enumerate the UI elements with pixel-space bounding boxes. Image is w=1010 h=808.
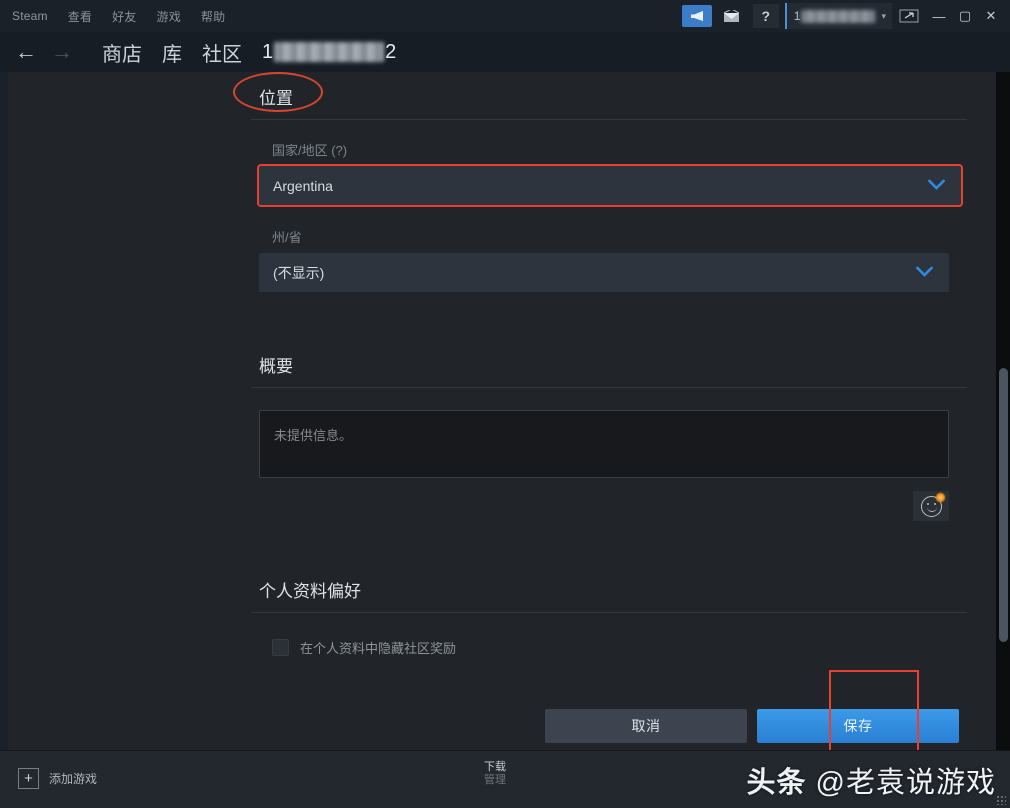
section-heading-summary: 概要 — [251, 338, 967, 388]
messages-button[interactable] — [718, 4, 746, 28]
question-mark-icon: ? — [753, 4, 779, 28]
megaphone-icon — [682, 5, 712, 27]
preferences-field-group: 在个人资料中隐藏社区奖励 — [251, 638, 967, 657]
vertical-scrollbar-track[interactable] — [996, 72, 1010, 750]
menu-games[interactable]: 游戏 — [155, 6, 183, 27]
vertical-scrollbar-thumb[interactable] — [999, 368, 1008, 642]
menu-steam[interactable]: Steam — [10, 7, 50, 25]
downloads-status[interactable]: 下载 管理 — [484, 761, 506, 786]
redacted-username — [801, 10, 875, 23]
user-menu[interactable]: 1 ▾ — [785, 3, 892, 29]
expand-icon — [899, 9, 919, 23]
hide-community-awards-row[interactable]: 在个人资料中隐藏社区奖励 — [272, 638, 959, 657]
bottom-status-bar: + 添加游戏 下载 管理 头条 @老袁说游戏 — [0, 750, 1010, 808]
state-select-value: (不显示) — [273, 263, 324, 283]
sparkle-icon — [935, 492, 946, 503]
navigation-bar: ← → 商店 库 社区 12 — [0, 32, 1010, 72]
menu-friends[interactable]: 好友 — [110, 6, 138, 27]
form-actions: 取消 保存 — [251, 709, 967, 743]
add-game-label: 添加游戏 — [49, 770, 97, 787]
profile-edit-content: 位置 国家/地区 (?) Argentina 州/省 (不显示) — [8, 72, 1002, 750]
fullscreen-button[interactable] — [895, 4, 923, 28]
user-name-label: 1 — [794, 9, 877, 23]
resize-grip[interactable] — [996, 795, 1006, 805]
megaphone-glyph — [689, 10, 705, 22]
section-heading-location: 位置 — [251, 72, 967, 120]
hide-community-awards-label: 在个人资料中隐藏社区奖励 — [300, 638, 456, 657]
emoji-row — [259, 478, 949, 521]
add-game-button[interactable]: + 添加游戏 — [18, 768, 97, 789]
country-label: 国家/地区 (?) — [272, 140, 959, 159]
forward-button[interactable]: → — [44, 35, 80, 69]
summary-textarea[interactable]: 未提供信息。 — [259, 410, 949, 478]
country-select-value: Argentina — [273, 178, 333, 194]
close-button[interactable]: ✕ — [978, 4, 1004, 28]
nav-links: 商店 库 社区 — [92, 38, 252, 67]
mail-icon — [723, 10, 740, 23]
title-bar-actions: ? 1 ▾ — ▢ ✕ — [679, 0, 1010, 32]
nav-library[interactable]: 库 — [152, 38, 192, 67]
summary-field-group: 未提供信息。 — [251, 410, 967, 521]
menu-view[interactable]: 查看 — [66, 6, 94, 27]
watermark-handle: @老袁说游戏 — [816, 767, 996, 799]
nav-profile-suffix: 2 — [385, 41, 396, 64]
steam-client-window: Steam 查看 好友 游戏 帮助 — [0, 0, 1010, 808]
menu-bar: Steam 查看 好友 游戏 帮助 — [0, 6, 227, 27]
country-select[interactable]: Argentina — [259, 166, 961, 205]
country-field-group: 国家/地区 (?) Argentina — [251, 140, 967, 205]
help-button[interactable]: ? — [752, 4, 780, 28]
state-select[interactable]: (不显示) — [259, 253, 949, 292]
chevron-down-icon — [916, 264, 933, 281]
downloads-subtitle: 管理 — [484, 774, 506, 787]
menu-help[interactable]: 帮助 — [199, 6, 227, 27]
chevron-down-glyph — [916, 266, 933, 277]
watermark: 头条 @老袁说游戏 — [746, 759, 996, 801]
nav-profile-name[interactable]: 12 — [252, 41, 396, 64]
nav-store[interactable]: 商店 — [92, 38, 152, 67]
chevron-down-icon: ▾ — [881, 11, 886, 22]
user-name-prefix: 1 — [794, 9, 801, 23]
hide-community-awards-checkbox[interactable] — [272, 639, 289, 656]
smiley-mouth — [927, 507, 937, 512]
back-button[interactable]: ← — [8, 35, 44, 69]
nav-community[interactable]: 社区 — [192, 38, 252, 67]
chevron-down-icon — [928, 177, 945, 194]
state-field-group: 州/省 (不显示) — [251, 227, 967, 292]
cancel-button[interactable]: 取消 — [545, 709, 747, 743]
downloads-title: 下载 — [484, 761, 506, 774]
announcement-button[interactable] — [682, 4, 712, 28]
watermark-prefix: 头条 — [746, 767, 806, 799]
profile-edit-form: 位置 国家/地区 (?) Argentina 州/省 (不显示) — [8, 72, 1002, 743]
save-button[interactable]: 保存 — [757, 709, 959, 743]
chevron-down-glyph — [928, 179, 945, 190]
title-bar: Steam 查看 好友 游戏 帮助 — [0, 0, 1010, 32]
plus-icon: + — [18, 768, 39, 789]
maximize-button[interactable]: ▢ — [952, 4, 978, 28]
redacted-profile-name — [274, 42, 384, 62]
section-heading-preferences: 个人资料偏好 — [251, 563, 967, 613]
minimize-button[interactable]: — — [926, 4, 952, 28]
nav-profile-prefix: 1 — [262, 41, 273, 64]
state-label: 州/省 — [272, 227, 959, 246]
emoji-picker-button[interactable] — [913, 491, 949, 521]
